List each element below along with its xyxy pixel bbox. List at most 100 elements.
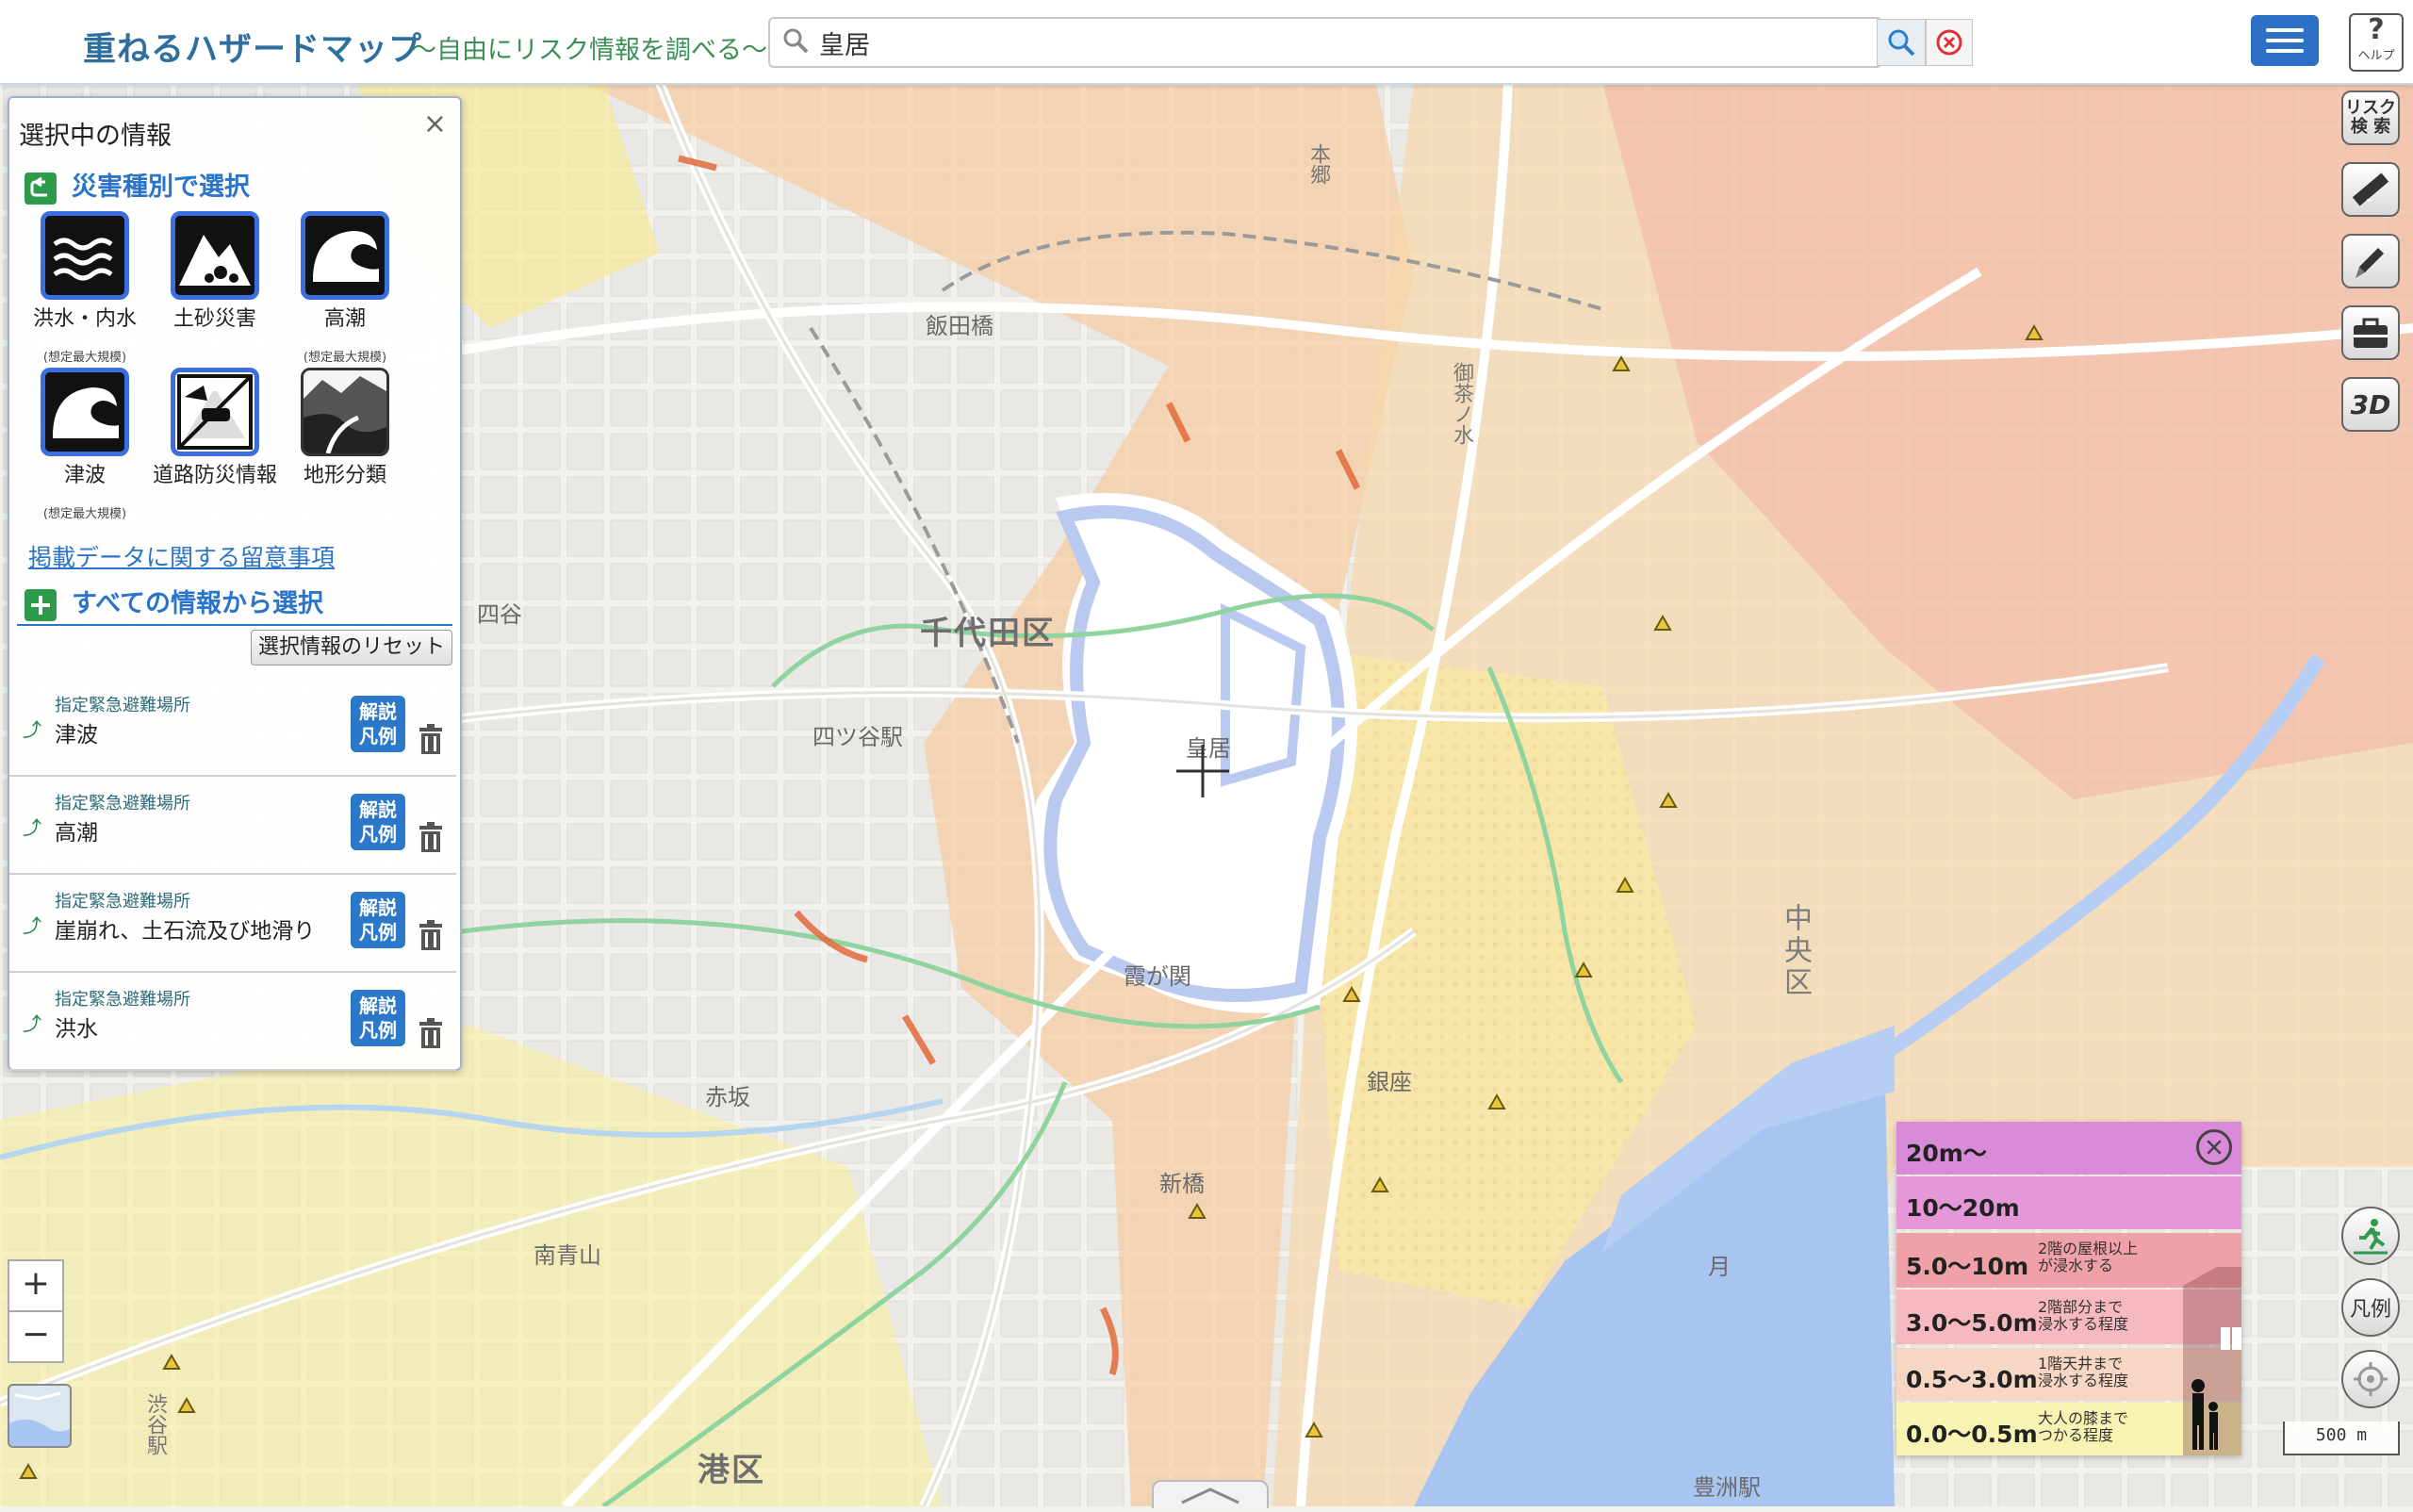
app-title[interactable]: 重ねるハザードマップ <box>83 23 422 71</box>
legend-explain-button[interactable]: 解説 凡例 <box>351 892 405 948</box>
map-label-akasaka: 赤坂 <box>705 1084 750 1110</box>
reset-selection-button[interactable]: 選択情報のリセット <box>251 630 452 666</box>
plus-icon <box>25 588 57 621</box>
hazard-label: 津波 <box>63 464 106 487</box>
minimap-icon <box>9 1391 70 1446</box>
by-type-heading-label: 災害種別で選択 <box>72 173 250 202</box>
map-label-shibuya: 渋谷駅 <box>143 1393 167 1455</box>
layer-name: 津波 <box>55 723 98 748</box>
legend-btn-line1: 解説 <box>359 798 397 821</box>
depth-desc-text: 2階の屋根以上 が浸水する <box>2038 1240 2139 1274</box>
map-label-yotsuya-station: 四ツ谷駅 <box>813 724 903 750</box>
depth-desc-text: 2階部分まで 浸水する程度 <box>2038 1298 2129 1333</box>
toolbox-button[interactable] <box>2341 305 2400 360</box>
map-label-chuo: 中央区 <box>1779 903 1812 999</box>
legend-btn-line2: 凡例 <box>359 1019 397 1042</box>
hazard-terrain[interactable]: 地形分類 <box>279 368 411 488</box>
hazard-note: (想定最大規模) <box>42 351 127 365</box>
help-button[interactable]: ? ヘルプ <box>2349 13 2404 72</box>
layer-name: 崖崩れ、土石流及び地滑り <box>55 919 316 944</box>
search-button[interactable] <box>1877 19 1926 66</box>
depth-value: 0.0〜0.5m <box>1906 1421 2038 1448</box>
app-subtitle: 〜自由にリスク情報を調べる〜 <box>411 36 767 65</box>
hazard-flood[interactable]: 洪水・内水 (想定最大規模) <box>19 211 151 365</box>
evacuation-runner-icon: ⤴ <box>23 914 41 937</box>
hazard-landslide[interactable]: 土砂災害 <box>149 211 281 332</box>
map-label-kachidoki: 月 <box>1708 1254 1731 1280</box>
clear-search-button[interactable] <box>1926 19 1973 66</box>
bottom-panel-toggle[interactable] <box>1152 1480 1269 1508</box>
risk-search-line2: 検 索 <box>2350 117 2391 137</box>
map-label-minato: 港区 <box>698 1452 765 1489</box>
depth-desc: 大人の膝まで つかる程度 <box>2038 1410 2128 1444</box>
legend-close-icon[interactable] <box>2196 1129 2232 1165</box>
layer-item-storm-surge[interactable]: ⤴ 指定緊急避難場所 高潮 解説 凡例 <box>9 775 456 875</box>
layer-item-tsunami[interactable]: ⤴ 指定緊急避難場所 津波 解説 凡例 <box>9 677 456 777</box>
risk-search-button[interactable]: リスク検 索 <box>2341 90 2400 145</box>
evacuation-button[interactable] <box>2341 1207 2400 1265</box>
zoom-in-button[interactable]: + <box>8 1259 64 1312</box>
back-arrow-icon <box>25 172 57 205</box>
depth-row: 20m〜 <box>1896 1122 2241 1175</box>
measure-tool-button[interactable] <box>2341 162 2400 217</box>
hazard-label: 洪水・内水 <box>32 307 137 331</box>
by-type-heading[interactable]: 災害種別で選択 <box>25 166 250 205</box>
data-notes-link[interactable]: 掲載データに関する留意事項 <box>28 539 335 573</box>
help-icon: ? <box>2368 13 2385 46</box>
map-label-chiyoda: 千代田区 <box>920 615 1056 652</box>
selected-info-panel: 選択中の情報 × 災害種別で選択 洪水・内水 (想定最大規模) 土砂災害 高潮 … <box>8 96 462 1071</box>
layer-item-flood[interactable]: ⤴ 指定緊急避難場所 洪水 解説 凡例 <box>9 971 456 1071</box>
panel-close-button[interactable]: × <box>423 107 447 140</box>
hazard-road-disaster[interactable]: 道路防災情報 <box>149 368 281 488</box>
search-icon <box>783 28 809 54</box>
hazard-label: 地形分類 <box>303 464 386 487</box>
legend-toggle-button[interactable]: 凡例 <box>2341 1278 2400 1337</box>
hazard-storm-surge[interactable]: 高潮 (想定最大規模) <box>279 211 411 365</box>
chevron-up-icon <box>1181 1487 1239 1504</box>
hazard-tsunami[interactable]: 津波 (想定最大規模) <box>19 368 151 521</box>
trash-icon[interactable] <box>419 920 443 950</box>
all-info-heading[interactable]: すべての情報から選択 <box>25 583 323 621</box>
map-label-minamiaoyama: 南青山 <box>533 1242 601 1269</box>
legend-btn-line1: 解説 <box>359 994 397 1017</box>
section-divider <box>17 624 452 626</box>
legend-btn-line2: 凡例 <box>359 823 397 846</box>
legend-explain-button[interactable]: 解説 凡例 <box>351 696 405 752</box>
layer-category: 指定緊急避難場所 <box>55 696 190 715</box>
map-label-kasumigaseki: 霞が関 <box>1124 963 1191 990</box>
trash-icon[interactable] <box>419 724 443 754</box>
hamburger-icon <box>2266 28 2304 32</box>
menu-button[interactable] <box>2251 15 2319 66</box>
legend-btn-line1: 解説 <box>359 700 397 723</box>
evacuation-runner-icon: ⤴ <box>23 718 41 741</box>
legend-label: 凡例 <box>2349 1298 2391 1322</box>
zoom-out-button[interactable]: − <box>8 1310 64 1363</box>
current-location-button[interactable] <box>2341 1350 2400 1408</box>
legend-btn-line1: 解説 <box>359 896 397 919</box>
layer-name: 洪水 <box>55 1017 98 1042</box>
ruler-icon <box>2352 173 2389 206</box>
road-disaster-icon <box>171 368 259 456</box>
evacuation-runner-icon: ⤴ <box>23 816 41 839</box>
depth-desc-text: 1階天井まで 浸水する程度 <box>2038 1355 2129 1389</box>
draw-tool-button[interactable] <box>2341 234 2400 288</box>
legend-explain-button[interactable]: 解説 凡例 <box>351 794 405 850</box>
map-label-toyosu: 豊洲駅 <box>1693 1474 1761 1501</box>
search-input[interactable] <box>817 24 1877 61</box>
layer-category: 指定緊急避難場所 <box>55 794 190 814</box>
depth-desc: 2階の屋根以上 が浸水する <box>2038 1241 2138 1274</box>
layer-category: 指定緊急避難場所 <box>55 990 190 1010</box>
depth-desc: 2階部分まで 浸水する程度 <box>2038 1299 2128 1333</box>
trash-icon[interactable] <box>419 822 443 852</box>
legend-explain-button[interactable]: 解説 凡例 <box>351 990 405 1046</box>
panel-title: 選択中の情報 <box>19 122 172 151</box>
briefcase-icon <box>2354 318 2388 348</box>
layer-item-landslide[interactable]: ⤴ 指定緊急避難場所 崖崩れ、土石流及び地滑り 解説 凡例 <box>9 873 456 973</box>
minimap-toggle[interactable] <box>8 1384 72 1448</box>
search-box[interactable] <box>768 17 1882 68</box>
hamburger-line <box>2266 49 2304 53</box>
trash-icon[interactable] <box>419 1018 443 1048</box>
landslide-icon <box>171 211 259 300</box>
app-header: 重ねるハザードマップ 〜自由にリスク情報を調べる〜 ? ヘルプ <box>0 0 2413 85</box>
3d-view-button[interactable]: 3D <box>2341 377 2400 432</box>
